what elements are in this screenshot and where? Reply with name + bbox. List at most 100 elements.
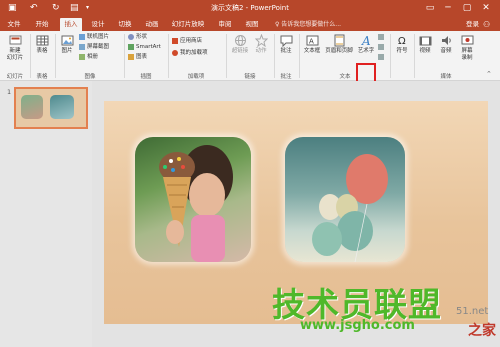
screenshot-icon — [79, 43, 85, 50]
date-time-button[interactable] — [378, 33, 386, 42]
group-label-illustrations: 插图 — [140, 74, 152, 80]
my-addins-icon — [172, 49, 178, 56]
new-slide-label: 新建 幻灯片 — [6, 48, 24, 61]
title-bar: ▣ ↶ ↻ ▤ ▾ 演示文稿2 - PowerPoint ▭ ─ ▢ ✕ — [0, 0, 500, 16]
smartart-icon — [128, 43, 134, 50]
collapse-ribbon-icon[interactable]: ⌃ — [486, 70, 492, 78]
picture-label: 图片 — [61, 48, 73, 54]
video-button[interactable]: 视频 — [416, 34, 434, 55]
smartart-label: SmartArt — [136, 44, 161, 50]
table-icon — [36, 35, 48, 46]
restore-button[interactable]: ▢ — [459, 1, 475, 15]
group-label-links: 链接 — [244, 74, 256, 80]
symbol-button[interactable]: Ω 符号 — [393, 34, 411, 55]
store-label: 应用商店 — [180, 38, 203, 44]
store-icon — [172, 37, 178, 44]
audio-button[interactable]: 音频 — [437, 34, 455, 55]
video-label: 视频 — [419, 48, 431, 54]
group-label-slides: 幻灯片 — [6, 74, 24, 80]
wordart-label: 艺术字 — [357, 48, 375, 54]
tab-slideshow[interactable]: 幻灯片放映 — [169, 18, 207, 31]
my-addins-button[interactable]: 我的加载项 — [172, 49, 208, 58]
close-button[interactable]: ✕ — [478, 1, 494, 15]
thumbnail-photo-balloons — [50, 95, 74, 119]
smartart-button[interactable]: SmartArt — [128, 43, 161, 52]
chart-button[interactable]: 图表 — [128, 53, 147, 62]
group-divider — [168, 34, 169, 78]
screen-record-button[interactable]: 屏幕 录制 — [458, 34, 476, 62]
svg-text:Ω: Ω — [398, 36, 406, 47]
action-button[interactable]: 动作 — [252, 34, 270, 55]
group-divider — [414, 34, 415, 78]
photo-girl-ice-cream[interactable] — [135, 137, 251, 262]
comment-icon — [280, 35, 292, 47]
chart-label: 图表 — [136, 54, 148, 60]
store-button[interactable]: 应用商店 — [172, 37, 202, 46]
omega-icon: Ω — [398, 36, 406, 47]
online-picture-icon — [79, 33, 85, 40]
group-label-comments: 批注 — [280, 74, 292, 80]
shapes-label: 形状 — [136, 34, 148, 40]
screenshot-label: 屏幕截图 — [87, 44, 110, 50]
album-button[interactable]: 相册 — [79, 53, 98, 62]
wordart-button[interactable]: A 艺术字 — [357, 34, 375, 55]
new-slide-button[interactable]: 新建 幻灯片 — [4, 34, 26, 62]
hyperlink-button[interactable]: 超链接 — [229, 34, 251, 55]
watermark-url: www.jsgho.com — [300, 318, 415, 333]
picture-icon — [61, 35, 73, 46]
share-icon[interactable]: ⚇ — [483, 18, 490, 31]
comment-button[interactable]: 批注 — [277, 34, 295, 55]
textbox-label: 文本框 — [303, 48, 321, 54]
slide-thumbnail[interactable] — [14, 87, 88, 129]
star-icon — [254, 34, 268, 47]
shapes-button[interactable]: 形状 — [128, 33, 147, 42]
new-slide-icon — [9, 35, 21, 45]
slide-number-icon — [378, 43, 384, 50]
group-label-text: 文本 — [339, 74, 351, 80]
group-divider — [390, 34, 391, 78]
object-button[interactable] — [378, 53, 386, 62]
symbol-label: 符号 — [396, 48, 408, 54]
picture-button[interactable]: 图片 — [58, 34, 76, 55]
group-divider — [299, 34, 300, 78]
header-footer-icon — [334, 34, 344, 47]
screenshot-button[interactable]: 屏幕截图 — [79, 43, 109, 52]
svg-text:A: A — [309, 38, 314, 46]
table-label: 表格 — [36, 48, 48, 54]
balloons-illustration — [312, 154, 388, 262]
slide-number-button[interactable] — [378, 43, 386, 52]
watermark-side-text: 51.net — [456, 306, 489, 317]
thumbnail-photo-girl — [21, 95, 43, 119]
ribbon-display-icon[interactable]: ▭ — [422, 1, 438, 15]
tab-design[interactable]: 设计 — [88, 18, 108, 31]
screen-record-label: 屏幕 录制 — [461, 48, 473, 61]
tab-insert[interactable]: 插入 — [60, 18, 82, 31]
shapes-icon — [128, 33, 134, 40]
header-footer-label: 页眉和页脚 — [325, 48, 353, 54]
table-button[interactable]: 表格 — [33, 34, 51, 55]
audio-label: 音频 — [440, 48, 452, 54]
minimize-button[interactable]: ─ — [440, 1, 456, 15]
ribbon-tabs: 文件 开始 插入 设计 切换 动画 幻灯片放映 审阅 视图 ♀ 告诉我您想要做什… — [0, 16, 500, 31]
my-addins-label: 我的加载项 — [180, 50, 208, 56]
textbox-button[interactable]: A 文本框 — [302, 34, 322, 55]
date-time-icon — [378, 33, 384, 40]
tab-animations[interactable]: 动画 — [142, 18, 162, 31]
textbox-icon: A — [306, 35, 318, 46]
speaker-icon — [441, 36, 451, 45]
group-divider — [124, 34, 125, 78]
tab-transitions[interactable]: 切换 — [115, 18, 135, 31]
header-footer-button[interactable]: 页眉和页脚 — [323, 34, 355, 55]
login-link[interactable]: 登录 — [466, 18, 479, 31]
online-picture-button[interactable]: 联机图片 — [79, 33, 109, 42]
tab-review[interactable]: 审阅 — [215, 18, 235, 31]
object-icon — [378, 53, 384, 60]
tab-home[interactable]: 开始 — [32, 18, 52, 31]
tell-me-search[interactable]: ♀ 告诉我您想要做什么... — [275, 19, 341, 28]
tab-file[interactable]: 文件 — [4, 18, 24, 31]
chart-icon — [128, 53, 134, 60]
photo-balloons[interactable] — [285, 137, 405, 262]
tab-view[interactable]: 视图 — [242, 18, 262, 31]
group-label-images: 图像 — [84, 74, 96, 80]
online-picture-label: 联机图片 — [87, 34, 110, 40]
